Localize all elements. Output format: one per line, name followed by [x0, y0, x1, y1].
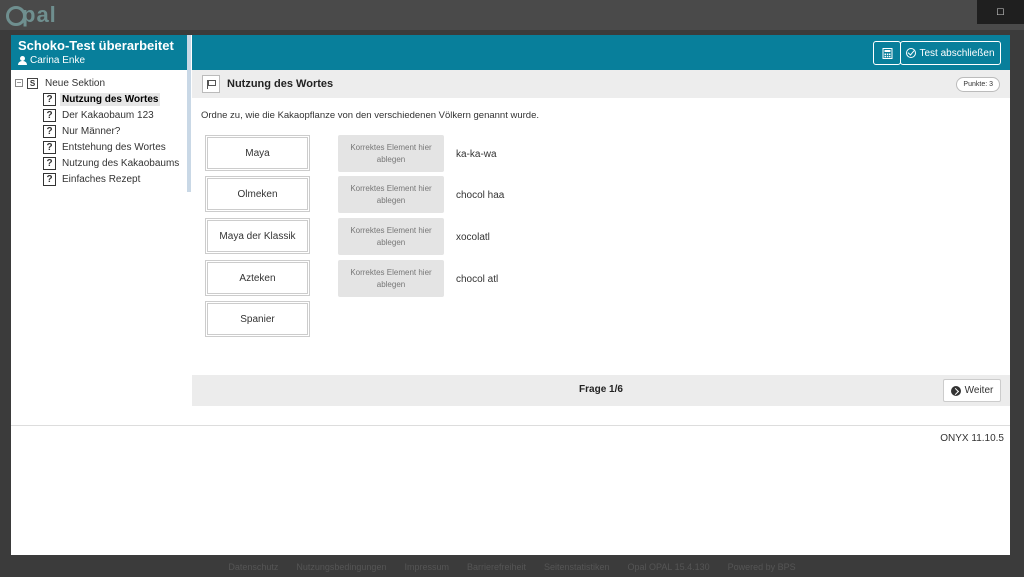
tree-item-label[interactable]: Nur Männer? — [60, 125, 122, 138]
footer-link[interactable]: Datenschutz — [228, 562, 278, 572]
opal-logo: pal — [6, 2, 57, 28]
tree-item-label[interactable]: Entstehung des Wortes — [60, 141, 168, 154]
drop-zone[interactable]: Korrektes Element hier ablegen — [338, 260, 444, 297]
background-topbar — [0, 0, 1024, 30]
tree-section[interactable]: − S Neue Sektion — [15, 75, 185, 91]
drag-item[interactable]: Maya der Klassik — [205, 218, 310, 254]
drop-zone[interactable]: Korrektes Element hier ablegen — [338, 135, 444, 172]
section-icon: S — [27, 77, 38, 89]
tree-item-label[interactable]: Nutzung des Kakaobaums — [60, 157, 181, 170]
question-icon: ? — [43, 92, 56, 106]
footer-link[interactable]: Barrierefreiheit — [467, 562, 526, 572]
user-name: Carina Enke — [30, 55, 86, 66]
tree-item[interactable]: ? Nutzung des Kakaobaums — [15, 155, 185, 171]
drop-zone[interactable]: Korrektes Element hier ablegen — [338, 218, 444, 255]
footer-link[interactable]: Powered by BPS — [728, 562, 796, 572]
footer-link[interactable]: Seitenstatistiken — [544, 562, 610, 572]
tree-item[interactable]: ? Entstehung des Wortes — [15, 139, 185, 155]
footer-link[interactable]: Nutzungsbedingungen — [296, 562, 386, 572]
version-label: ONYX 11.10.5 — [940, 433, 1004, 444]
calculator-icon — [882, 47, 892, 59]
user-info: Carina Enke — [18, 55, 182, 66]
question-navigation: Frage 1/6 Weiter — [192, 375, 1010, 406]
tree-item-label[interactable]: Einfaches Rezept — [60, 173, 142, 186]
maximize-button[interactable]: □ — [977, 0, 1024, 24]
tree-item[interactable]: ? Einfaches Rezept — [15, 171, 185, 187]
target-label: chocol haa — [456, 190, 505, 201]
drag-item[interactable]: Spanier — [205, 301, 310, 337]
tree-item-label[interactable]: Nutzung des Wortes — [60, 92, 161, 106]
question-header: Nutzung des Wortes Punkte: 3 — [192, 70, 1010, 98]
test-modal: Schoko-Test überarbeitet Carina Enke Tes… — [11, 35, 1010, 555]
drag-item[interactable]: Olmeken — [205, 176, 310, 212]
flag-button[interactable] — [202, 75, 220, 93]
sidebar-scrollbar[interactable] — [187, 35, 191, 192]
question-progress: Frage 1/6 — [579, 384, 623, 395]
question-icon: ? — [43, 172, 56, 186]
test-toolbar: Test abschließen — [192, 35, 1010, 70]
drop-zone[interactable]: Korrektes Element hier ablegen — [338, 176, 444, 213]
arrow-right-icon — [950, 385, 961, 396]
target-label: chocol atl — [456, 274, 499, 285]
test-title: Schoko-Test überarbeitet — [18, 38, 174, 53]
calculator-button[interactable] — [873, 41, 901, 65]
end-test-button[interactable]: Test abschließen — [900, 41, 1001, 65]
question-title: Nutzung des Wortes — [227, 78, 334, 90]
page-footer: Datenschutz Nutzungsbedingungen Impressum B… — [0, 558, 1024, 577]
collapse-icon[interactable]: − — [15, 79, 23, 87]
end-test-label: Test abschließen — [919, 47, 995, 59]
points-badge: Punkte: 3 — [956, 77, 1000, 92]
tree-item[interactable]: ? Der Kakaobaum 123 — [15, 107, 185, 123]
question-instruction: Ordne zu, wie die Kakaopflanze von den v… — [201, 110, 539, 121]
tree-item[interactable]: ? Nutzung des Wortes — [15, 91, 185, 107]
flag-icon — [206, 79, 216, 89]
question-icon: ? — [43, 124, 56, 138]
sidebar-header: Schoko-Test überarbeitet Carina Enke — [11, 35, 189, 70]
next-label: Weiter — [964, 385, 994, 396]
question-icon: ? — [43, 140, 56, 154]
user-icon — [18, 56, 27, 65]
question-tree: − S Neue Sektion ? Nutzung des Wortes? Der… — [15, 75, 185, 187]
target-label: ka-ka-wa — [456, 149, 497, 160]
footer-link[interactable]: Impressum — [404, 562, 449, 572]
question-icon: ? — [43, 156, 56, 170]
footer-link[interactable]: Opal OPAL 15.4.130 — [628, 562, 710, 572]
section-label: Neue Sektion — [45, 77, 106, 89]
tree-item-label[interactable]: Der Kakaobaum 123 — [60, 109, 156, 122]
next-button[interactable]: Weiter — [943, 379, 1001, 402]
target-label: xocolatl — [456, 232, 490, 243]
drag-item[interactable]: Maya — [205, 135, 310, 171]
question-icon: ? — [43, 108, 56, 122]
check-circle-icon — [906, 48, 917, 58]
tree-item[interactable]: ? Nur Männer? — [15, 123, 185, 139]
divider — [11, 425, 1010, 426]
drag-item[interactable]: Azteken — [205, 260, 310, 296]
